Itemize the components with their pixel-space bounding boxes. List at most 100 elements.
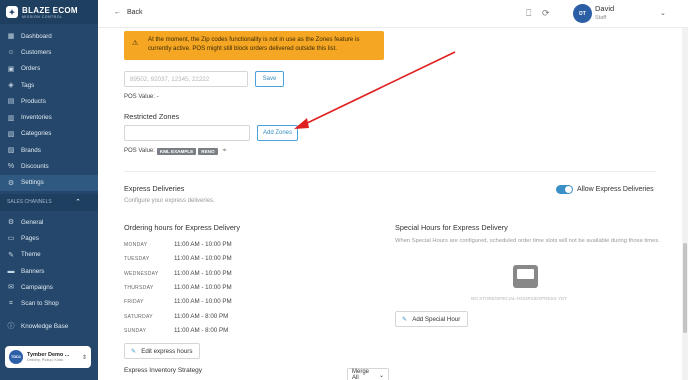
brand-name: BLAZE ECOM xyxy=(22,5,78,15)
chevron-up-icon: ⌃ xyxy=(75,199,81,207)
hours-day: TUESDAY xyxy=(124,256,150,262)
restricted-zones-input[interactable] xyxy=(124,125,250,141)
discount-icon: % xyxy=(7,163,15,171)
pos-value-row: POS Value: - xyxy=(124,94,159,100)
sales-channels-section[interactable]: SALES CHANNELS ⌃ xyxy=(0,193,98,211)
orders-icon: ▣ xyxy=(7,65,15,73)
location-pin-icon[interactable]: ⌖ xyxy=(223,147,227,155)
hours-day: SATURDAY xyxy=(124,314,153,320)
dashboard-icon: ▦ xyxy=(7,33,15,41)
store-switcher[interactable]: TDD1 Tymber Demo ... Delivery, Pickup, K… xyxy=(5,346,91,368)
sidebar-item-label: Products xyxy=(21,97,46,105)
sidebar-item-label: Customers xyxy=(21,48,52,56)
hours-time: 11:00 AM - 10:00 PM xyxy=(174,298,232,305)
sidebar-item-brands[interactable]: ▨ Brands xyxy=(0,142,98,158)
brand-sub: MISSION CONTROL xyxy=(22,14,63,19)
sidebar-item-general[interactable]: ⚙ General xyxy=(0,214,98,230)
zone-tag: RENO xyxy=(198,147,218,155)
pos-value-label: POS Value: xyxy=(124,94,155,100)
zip-codes-input[interactable]: 89502, 92037, 12345, 22222 xyxy=(124,71,248,87)
sidebar-item-label: General xyxy=(21,218,44,226)
hours-time: 11:00 AM - 10:00 PM xyxy=(174,270,232,277)
hours-time: 11:00 AM - 8:00 PM xyxy=(174,313,229,320)
gear-icon: ⚙ xyxy=(7,179,15,187)
inventory-strategy-select[interactable]: Merge All ⌄ xyxy=(347,368,389,380)
user-name: David xyxy=(595,4,615,13)
edit-icon: ✎ xyxy=(131,347,137,355)
avatar[interactable]: DT xyxy=(573,4,592,23)
sidebar-item-label: Discounts xyxy=(21,163,49,171)
inventory-strategy-title: Express Inventory Strategy xyxy=(124,367,203,374)
customers-icon: ☺ xyxy=(7,48,15,56)
sidebar-item-label: Dashboard xyxy=(21,32,52,40)
store-avatar: TDD1 xyxy=(9,350,23,364)
gear-icon: ⚙ xyxy=(7,219,15,227)
ordering-hours-title: Ordering hours for Express Delivery xyxy=(124,223,240,232)
brand-logo[interactable]: ✦ BLAZE ECOM MISSION CONTROL xyxy=(0,0,98,24)
banner-icon: ▬ xyxy=(7,267,15,275)
hours-day: SUNDAY xyxy=(124,328,147,334)
campaign-icon: ✉ xyxy=(8,284,14,292)
sidebar-item-tags[interactable]: ◈ Tags xyxy=(0,77,98,93)
products-icon: ▤ xyxy=(7,98,15,106)
sidebar-item-label: Campaigns xyxy=(21,283,53,291)
pos-value-empty: - xyxy=(156,94,159,100)
sidebar-item-knowledge-base[interactable]: ⓘ Knowledge Base xyxy=(0,318,98,334)
arrow-left-icon: ← xyxy=(114,9,121,16)
sidebar-item-settings[interactable]: ⚙ Settings xyxy=(0,174,98,191)
chevron-down-icon[interactable]: ⌄ xyxy=(660,9,666,17)
topbar: ← Back ⎕ ⟳ DT David Staff ⌄ xyxy=(98,0,688,28)
main-content: ⚠ At the moment, the Zip codes functiona… xyxy=(98,28,676,380)
sidebar-item-products[interactable]: ▤ Products xyxy=(0,93,98,109)
chevron-down-icon: ⌄ xyxy=(378,372,384,379)
select-value: Merge All xyxy=(352,369,370,380)
sidebar-item-inventories[interactable]: ▥ Inventories xyxy=(0,109,98,125)
sidebar-item-label: Settings xyxy=(21,179,44,187)
sidebar-item-banners[interactable]: ▬ Banners xyxy=(0,263,98,279)
sidebar-item-scan-to-shop[interactable]: ⌗ Scan to Shop xyxy=(0,295,98,311)
sidebar-item-label: Categories xyxy=(21,130,52,138)
sidebar-item-pages[interactable]: ▭ Pages xyxy=(0,230,98,246)
scrollbar[interactable] xyxy=(682,28,688,380)
sidebar-item-categories[interactable]: ▧ Categories xyxy=(0,126,98,142)
warning-text: At the moment, the Zip codes functionali… xyxy=(148,36,360,52)
sidebar-item-label: Brands xyxy=(21,146,41,154)
sidebar-item-label: Orders xyxy=(21,65,41,73)
sidebar-item-theme[interactable]: ✎ Theme xyxy=(0,247,98,263)
pages-icon: ▭ xyxy=(7,235,15,243)
zip-placeholder: 89502, 92037, 12345, 22222 xyxy=(130,75,210,83)
knowledge-base-section: ⓘ Knowledge Base xyxy=(0,318,98,334)
gift-icon[interactable]: ⎕ xyxy=(526,8,531,19)
add-zones-button[interactable]: Add Zones xyxy=(257,125,298,141)
hours-time: 11:00 AM - 8:00 PM xyxy=(174,327,229,334)
channels-nav: ⚙ General ▭ Pages ✎ Theme ▬ Banners ✉ Campaig… xyxy=(0,214,98,312)
hours-day: FRIDAY xyxy=(124,299,144,305)
hours-day: MONDAY xyxy=(124,242,148,248)
hours-day: WEDNESDAY xyxy=(124,271,159,277)
sidebar-item-campaigns[interactable]: ✉ Campaigns xyxy=(0,279,98,295)
scroll-thumb[interactable] xyxy=(683,243,687,333)
back-label: Back xyxy=(127,9,143,16)
sidebar-item-orders[interactable]: ▣ Orders xyxy=(0,61,98,77)
sidebar-item-dashboard[interactable]: ▦ Dashboard xyxy=(0,28,98,44)
add-special-hour-label: Add Special Hour xyxy=(412,315,461,323)
categories-icon: ▧ xyxy=(7,130,15,138)
refresh-icon[interactable]: ⟳ xyxy=(542,8,550,19)
save-button[interactable]: Save xyxy=(255,71,284,87)
edit-express-hours-button[interactable]: ✎ Edit express hours xyxy=(124,343,200,359)
back-button[interactable]: ← Back xyxy=(114,9,143,16)
hours-time: 11:00 AM - 10:00 PM xyxy=(174,255,232,262)
info-icon: ⓘ xyxy=(7,323,15,331)
sidebar-item-discounts[interactable]: % Discounts xyxy=(0,158,98,174)
special-hours-note: When Special Hours are configured, sched… xyxy=(395,238,660,244)
hours-time: 11:00 AM - 10:00 PM xyxy=(174,284,232,291)
user-role: Staff xyxy=(595,15,607,21)
sidebar-item-label: Tags xyxy=(21,81,35,89)
sidebar-item-customers[interactable]: ☺ Customers xyxy=(0,44,98,60)
tag-icon: ◈ xyxy=(8,82,14,90)
sidebar: ✦ BLAZE ECOM MISSION CONTROL ▦ Dashboard … xyxy=(0,0,98,380)
allow-express-toggle[interactable] xyxy=(556,185,573,194)
add-special-hour-button[interactable]: ✎ Add Special Hour xyxy=(395,311,468,327)
section-divider xyxy=(124,171,656,172)
express-title: Express Deliveries xyxy=(124,184,185,193)
